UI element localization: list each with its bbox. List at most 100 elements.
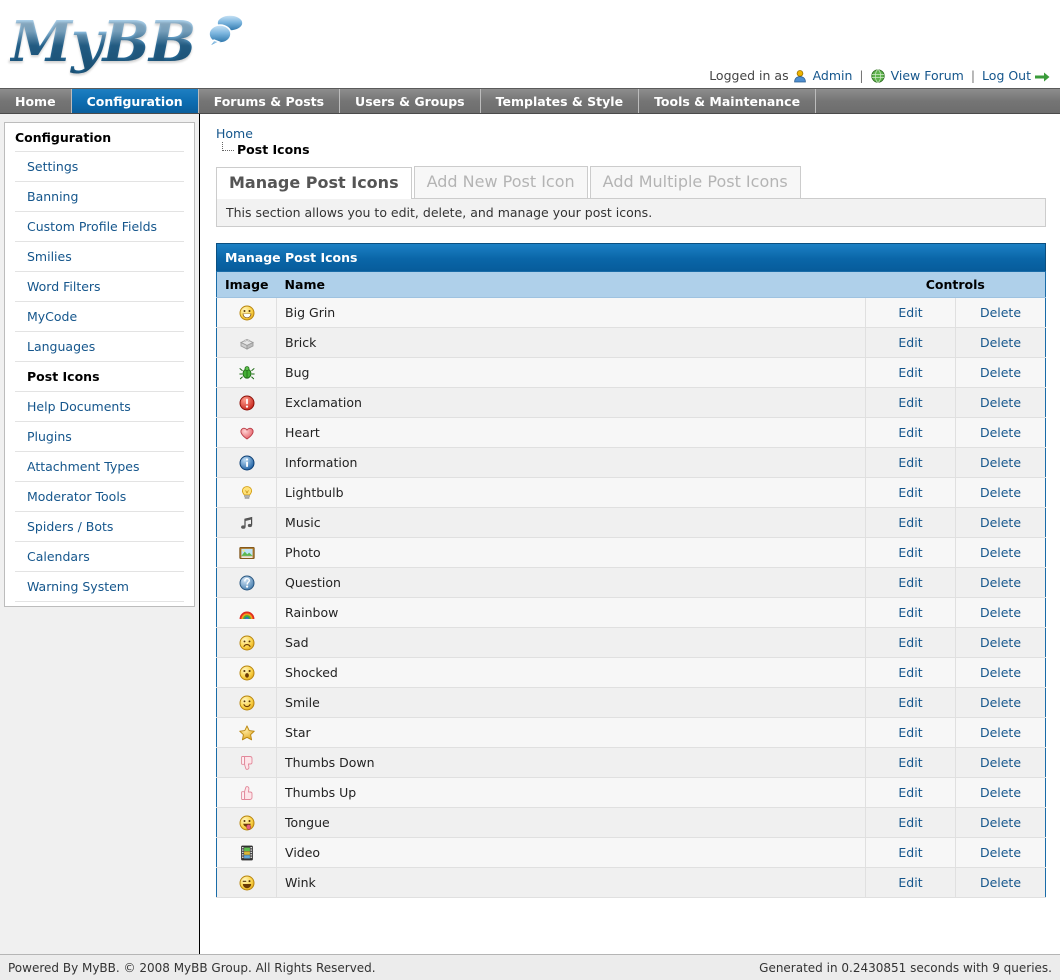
edit-link[interactable]: Edit (898, 815, 922, 830)
sidebar-item-mycode[interactable]: MyCode (15, 302, 184, 332)
edit-cell: Edit (866, 688, 956, 718)
delete-link[interactable]: Delete (980, 815, 1021, 830)
nav-item-configuration[interactable]: Configuration (72, 89, 199, 113)
tab-add-multiple-post-icons[interactable]: Add Multiple Post Icons (590, 166, 801, 198)
sidebar-item-settings[interactable]: Settings (15, 152, 184, 182)
tab-manage-post-icons[interactable]: Manage Post Icons (216, 167, 412, 199)
delete-link[interactable]: Delete (980, 335, 1021, 350)
delete-link[interactable]: Delete (980, 845, 1021, 860)
post-icon-image-cell (217, 298, 277, 328)
edit-link[interactable]: Edit (898, 545, 922, 560)
logout-link[interactable]: Log Out (982, 68, 1031, 83)
sidebar-item-plugins[interactable]: Plugins (15, 422, 184, 452)
edit-cell: Edit (866, 388, 956, 418)
edit-link[interactable]: Edit (898, 635, 922, 650)
table-header-row: Image Name Controls (217, 272, 1046, 298)
edit-link[interactable]: Edit (898, 665, 922, 680)
post-icon-image-cell (217, 628, 277, 658)
sidebar-item-spiders-bots[interactable]: Spiders / Bots (15, 512, 184, 542)
nav-item-users-groups[interactable]: Users & Groups (340, 89, 481, 113)
edit-link[interactable]: Edit (898, 695, 922, 710)
post-icon-image-cell (217, 808, 277, 838)
delete-link[interactable]: Delete (980, 665, 1021, 680)
edit-link[interactable]: Edit (898, 875, 922, 890)
sidebar-item-custom-profile-fields[interactable]: Custom Profile Fields (15, 212, 184, 242)
delete-link[interactable]: Delete (980, 875, 1021, 890)
nav-item-forums-posts[interactable]: Forums & Posts (199, 89, 340, 113)
nav-spacer (816, 89, 1060, 113)
post-icon-name-cell: Lightbulb (277, 478, 866, 508)
delete-link[interactable]: Delete (980, 515, 1021, 530)
delete-link[interactable]: Delete (980, 425, 1021, 440)
post-icon-name-cell: Tongue (277, 808, 866, 838)
post-icon-name-cell: Smile (277, 688, 866, 718)
edit-link[interactable]: Edit (898, 485, 922, 500)
sidebar-item-help-documents[interactable]: Help Documents (15, 392, 184, 422)
tab-add-new-post-icon[interactable]: Add New Post Icon (414, 166, 588, 198)
edit-cell: Edit (866, 418, 956, 448)
sidebar-item-languages[interactable]: Languages (15, 332, 184, 362)
delete-cell: Delete (956, 658, 1046, 688)
nav-item-home[interactable]: Home (0, 89, 72, 113)
delete-link[interactable]: Delete (980, 485, 1021, 500)
delete-link[interactable]: Delete (980, 785, 1021, 800)
view-forum-link[interactable]: View Forum (891, 68, 964, 83)
post-icon-image-cell (217, 328, 277, 358)
delete-link[interactable]: Delete (980, 635, 1021, 650)
delete-cell: Delete (956, 838, 1046, 868)
thumbs-up-icon (239, 784, 255, 799)
delete-cell: Delete (956, 598, 1046, 628)
edit-cell: Edit (866, 718, 956, 748)
edit-link[interactable]: Edit (898, 455, 922, 470)
rainbow-icon (239, 604, 255, 619)
tab-description: This section allows you to edit, delete,… (216, 199, 1046, 227)
delete-cell: Delete (956, 478, 1046, 508)
table-row: InformationEditDelete (217, 448, 1046, 478)
delete-link[interactable]: Delete (980, 395, 1021, 410)
delete-link[interactable]: Delete (980, 455, 1021, 470)
sidebar-item-warning-system[interactable]: Warning System (15, 572, 184, 602)
edit-link[interactable]: Edit (898, 365, 922, 380)
sidebar-item-calendars[interactable]: Calendars (15, 542, 184, 572)
sidebar-item-word-filters[interactable]: Word Filters (15, 272, 184, 302)
delete-link[interactable]: Delete (980, 545, 1021, 560)
edit-link[interactable]: Edit (898, 425, 922, 440)
admin-link[interactable]: Admin (813, 68, 853, 83)
delete-link[interactable]: Delete (980, 365, 1021, 380)
delete-link[interactable]: Delete (980, 755, 1021, 770)
music-icon (239, 514, 255, 529)
sidebar-item-smilies[interactable]: Smilies (15, 242, 184, 272)
information-icon (239, 454, 255, 469)
edit-link[interactable]: Edit (898, 785, 922, 800)
sidebar-item-moderator-tools[interactable]: Moderator Tools (15, 482, 184, 512)
table-row: Lightbulb Edit Delete (217, 478, 1046, 508)
sidebar-item-attachment-types[interactable]: Attachment Types (15, 452, 184, 482)
delete-link[interactable]: Delete (980, 575, 1021, 590)
nav-item-tools-maintenance[interactable]: Tools & Maintenance (639, 89, 816, 113)
table-body: Big GrinEditDeleteBrickEditDeleteBugEdit… (217, 298, 1046, 898)
delete-link[interactable]: Delete (980, 725, 1021, 740)
logged-in-label: Logged in as (709, 68, 788, 83)
delete-link[interactable]: Delete (980, 605, 1021, 620)
edit-link[interactable]: Edit (898, 755, 922, 770)
video-icon (239, 844, 255, 859)
edit-link[interactable]: Edit (898, 515, 922, 530)
table-row: Tongue Edit Delete (217, 808, 1046, 838)
edit-link[interactable]: Edit (898, 335, 922, 350)
exclamation-icon (239, 394, 255, 409)
page-root: MyBB Logged in as Admin | (0, 0, 1060, 980)
delete-cell: Delete (956, 868, 1046, 898)
edit-link[interactable]: Edit (898, 605, 922, 620)
sidebar-item-banning[interactable]: Banning (15, 182, 184, 212)
edit-link[interactable]: Edit (898, 845, 922, 860)
nav-item-templates-style[interactable]: Templates & Style (481, 89, 639, 113)
edit-link[interactable]: Edit (898, 725, 922, 740)
edit-link[interactable]: Edit (898, 305, 922, 320)
sidebar-item-post-icons[interactable]: Post Icons (15, 362, 184, 392)
breadcrumb-home-link[interactable]: Home (216, 126, 1046, 141)
delete-link[interactable]: Delete (980, 305, 1021, 320)
edit-link[interactable]: Edit (898, 575, 922, 590)
table-row: BugEditDelete (217, 358, 1046, 388)
edit-link[interactable]: Edit (898, 395, 922, 410)
delete-link[interactable]: Delete (980, 695, 1021, 710)
